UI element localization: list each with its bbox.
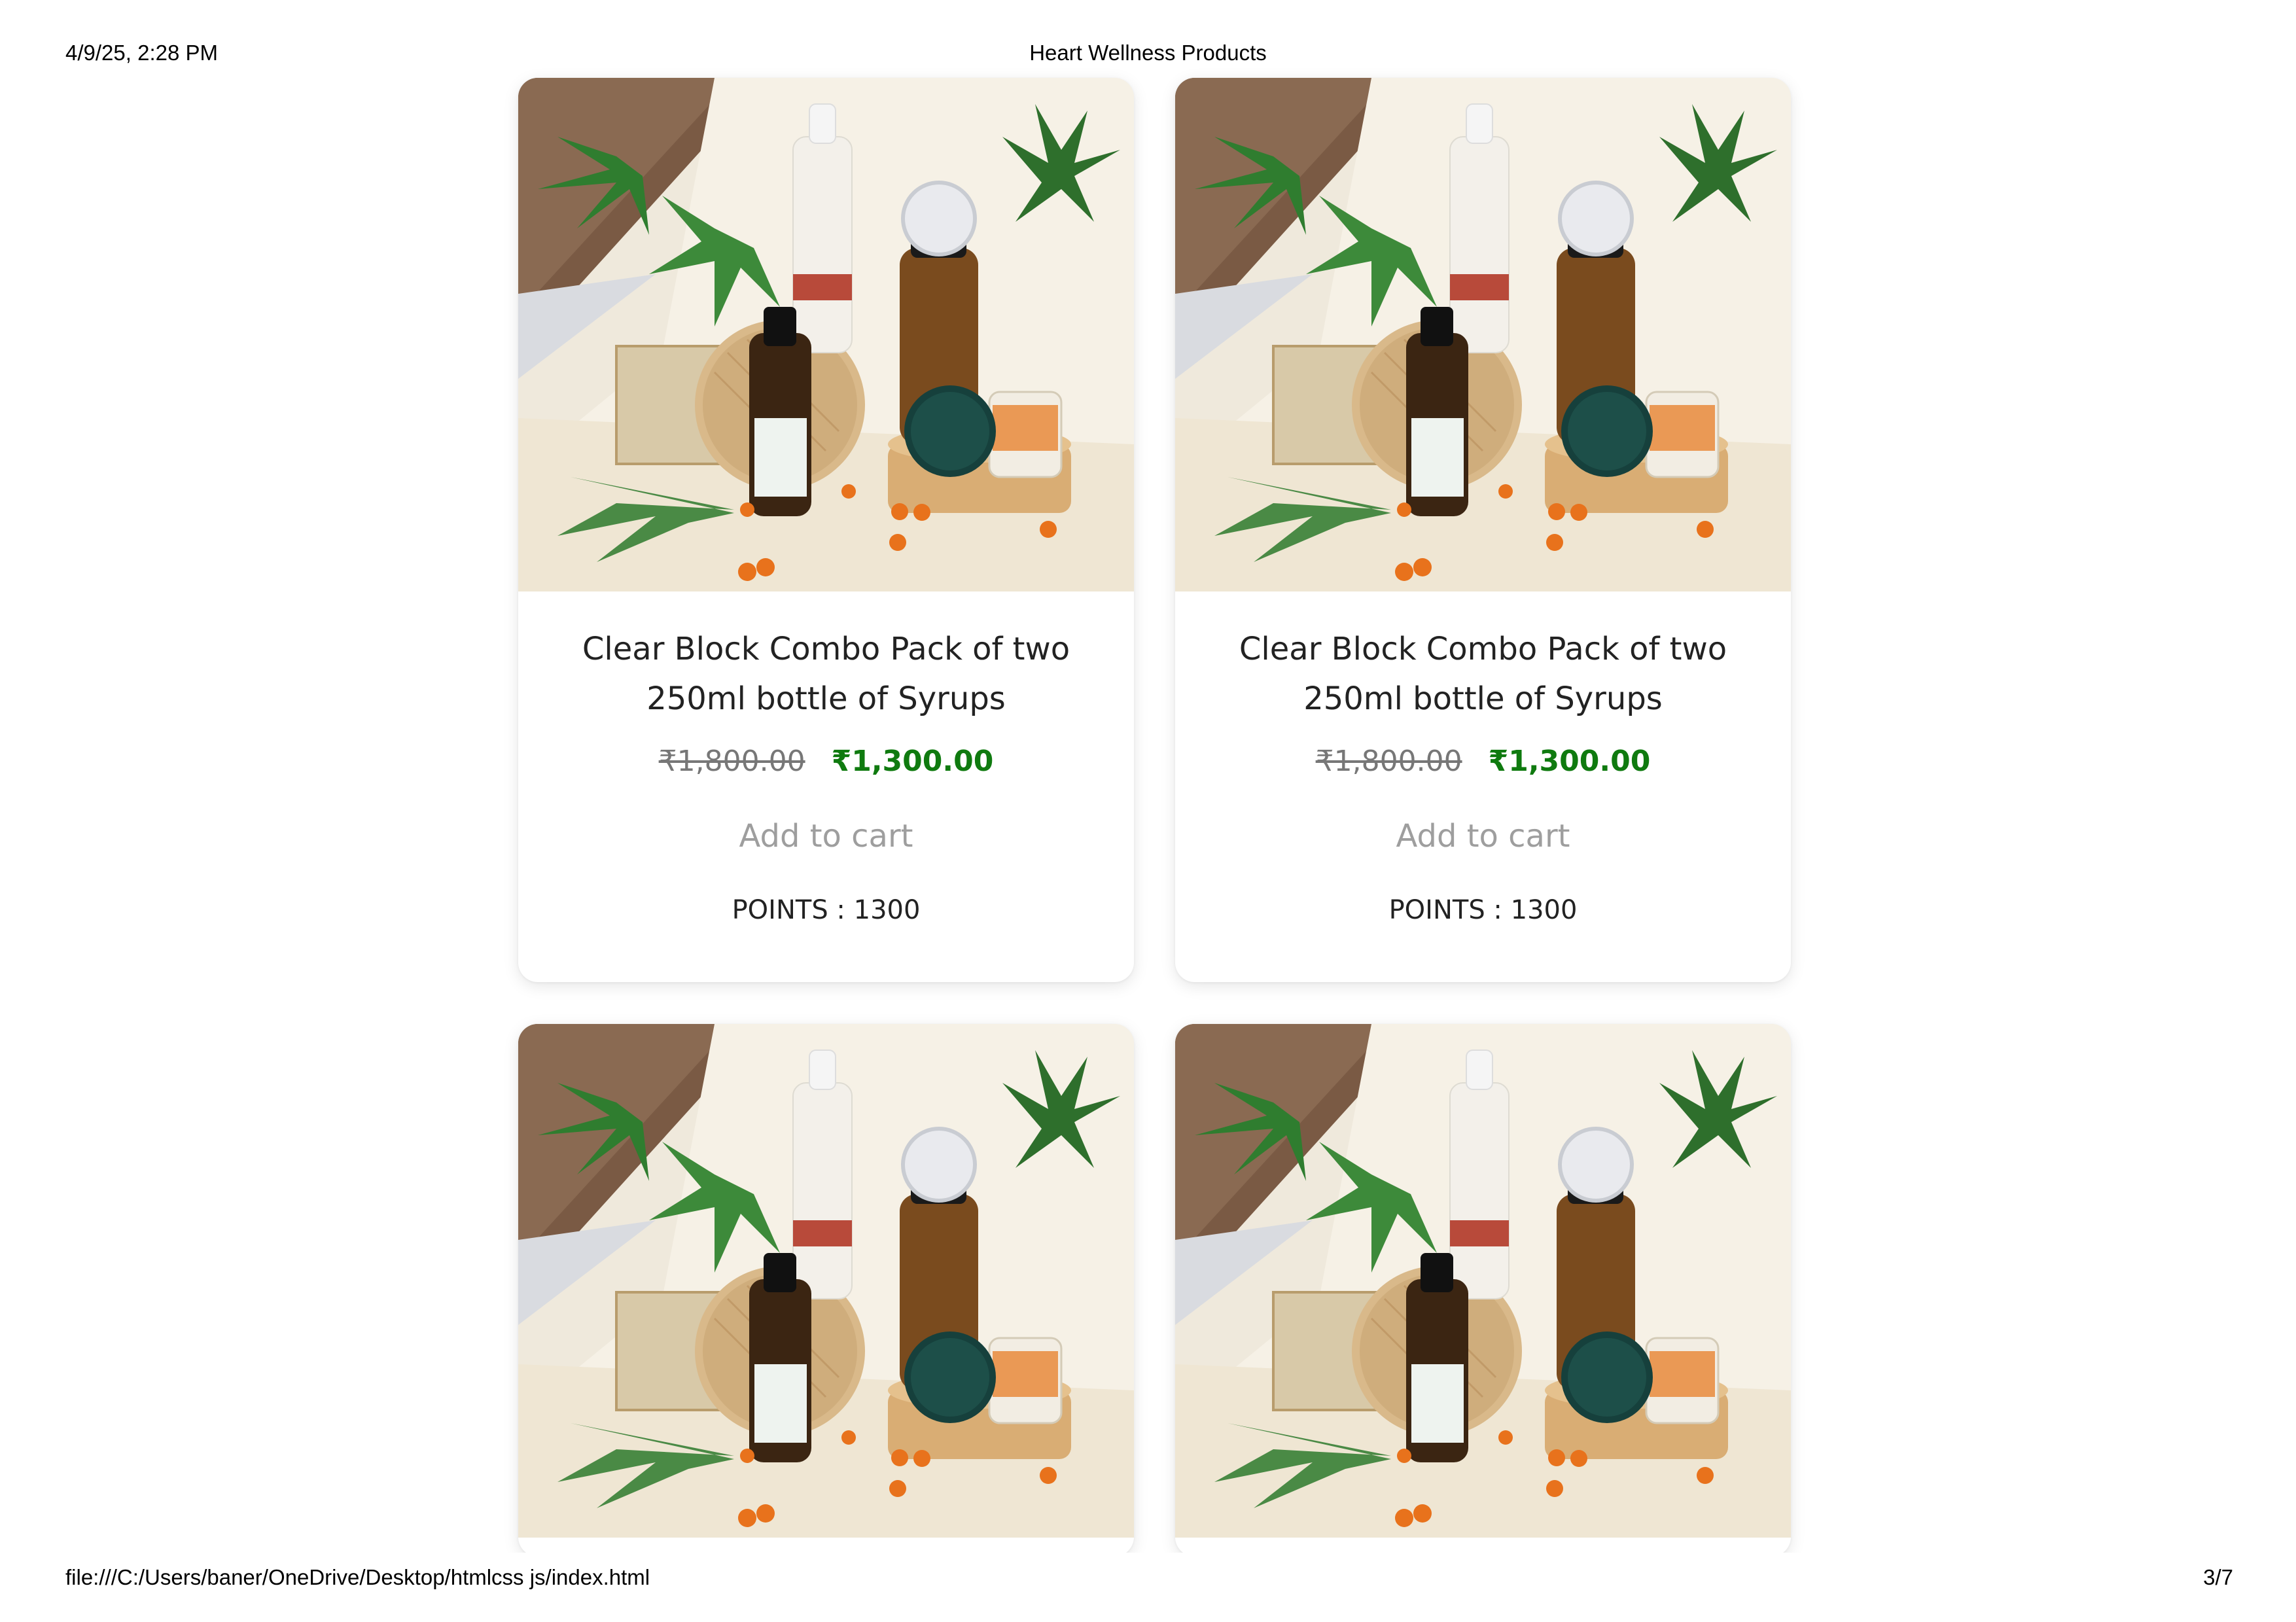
product-card: [518, 1024, 1134, 1557]
add-to-cart-button[interactable]: Add to cart: [739, 818, 913, 855]
product-card: [1175, 1024, 1791, 1557]
sale-price: ₹1,300.00: [831, 745, 994, 778]
product-image: [1175, 1024, 1791, 1538]
product-image: [518, 1024, 1134, 1538]
add-to-cart-button[interactable]: Add to cart: [1396, 818, 1570, 855]
print-file-path: file:///C:/Users/baner/OneDrive/Desktop/…: [65, 1565, 650, 1589]
price-row: ₹1,800.00 ₹1,300.00: [1175, 742, 1791, 781]
print-page-title: Heart Wellness Products: [1029, 41, 1267, 65]
product-card: Clear Block Combo Pack of two 250ml bott…: [518, 78, 1134, 982]
product-image: [1175, 78, 1791, 591]
original-price: ₹1,800.00: [1315, 745, 1462, 778]
price-row: ₹1,800.00 ₹1,300.00: [518, 742, 1134, 781]
product-card: Clear Block Combo Pack of two 250ml bott…: [1175, 78, 1791, 982]
print-page-indicator: 3/7: [2203, 1565, 2233, 1589]
sale-price: ₹1,300.00: [1488, 745, 1651, 778]
points-label: POINTS : 1300: [732, 895, 921, 925]
product-title: Clear Block Combo Pack of two 250ml bott…: [582, 631, 1070, 717]
original-price: ₹1,800.00: [658, 745, 805, 778]
points-label: POINTS : 1300: [1388, 895, 1578, 925]
product-title: Clear Block Combo Pack of two 250ml bott…: [1239, 631, 1727, 717]
product-image: [518, 78, 1134, 591]
